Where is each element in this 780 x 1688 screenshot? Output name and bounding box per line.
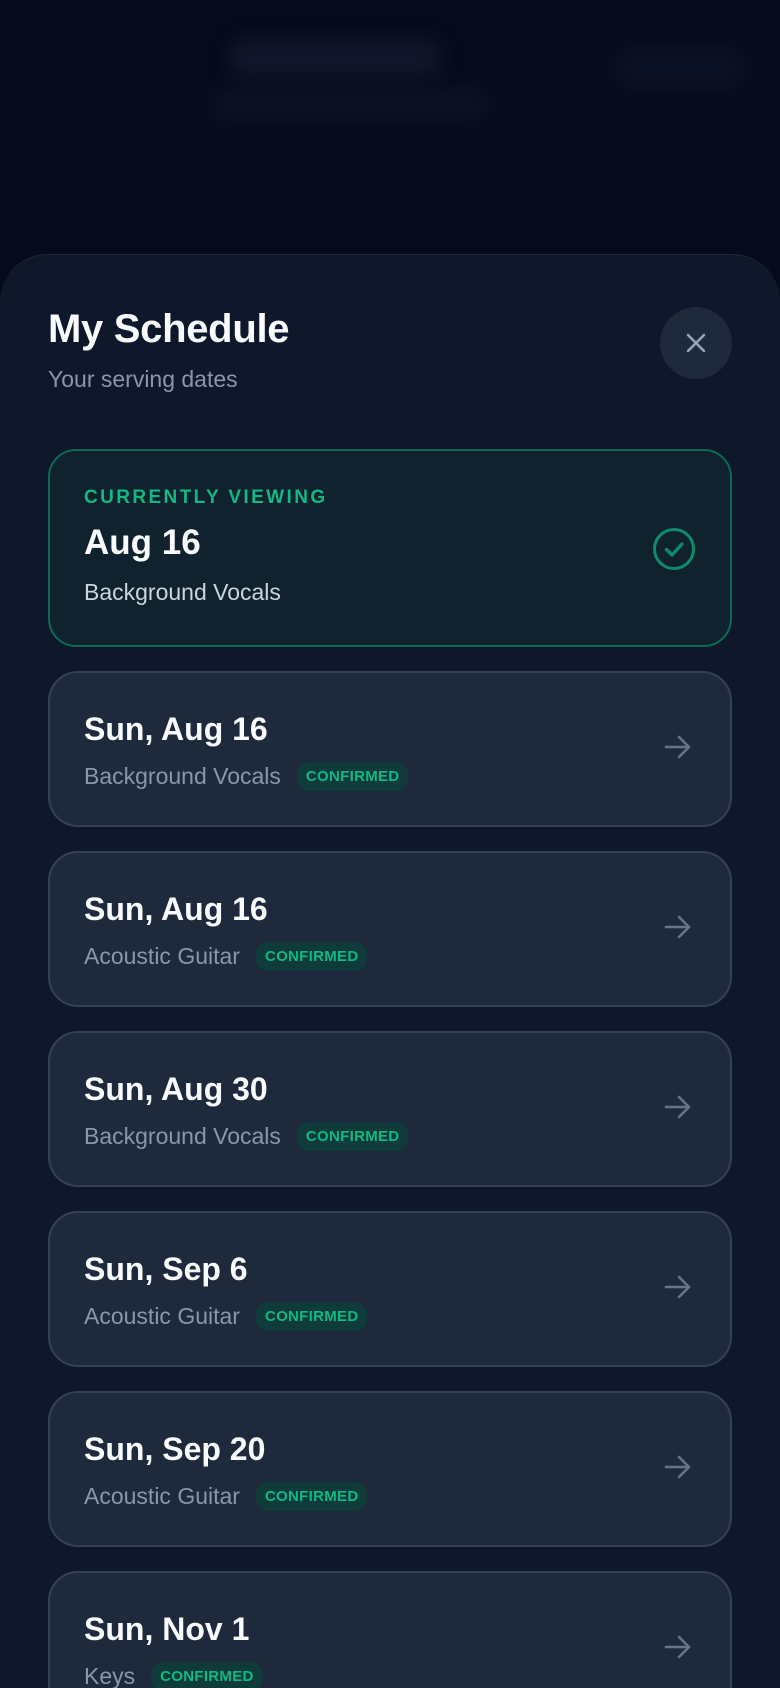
arrow-right-icon bbox=[664, 1275, 691, 1299]
schedule-item[interactable]: Sun, Sep 20 Acoustic Guitar CONFIRMED bbox=[48, 1391, 732, 1547]
blurred-header-actions bbox=[615, 45, 745, 91]
schedule-item-meta: Background Vocals CONFIRMED bbox=[84, 1122, 696, 1151]
schedule-item-date: Sun, Sep 6 bbox=[84, 1251, 248, 1287]
arrow-right-icon bbox=[664, 1635, 691, 1659]
schedule-item-date: Sun, Nov 1 bbox=[84, 1611, 250, 1647]
check-circle-icon bbox=[653, 528, 695, 570]
status-badge: CONFIRMED bbox=[296, 1122, 409, 1151]
current-schedule-card[interactable]: CURRENTLY VIEWING Aug 16 Background Voca… bbox=[48, 449, 732, 647]
arrow-right-icon bbox=[664, 915, 691, 939]
schedule-item[interactable]: Sun, Aug 16 Acoustic Guitar CONFIRMED bbox=[48, 851, 732, 1007]
currently-viewing-label: CURRENTLY VIEWING bbox=[84, 487, 328, 508]
arrow-right-icon bbox=[664, 1095, 691, 1119]
current-role: Background Vocals bbox=[84, 579, 281, 605]
schedule-item-role: Acoustic Guitar bbox=[84, 1483, 240, 1509]
schedule-item-date: Sun, Sep 20 bbox=[84, 1431, 266, 1467]
status-badge: CONFIRMED bbox=[151, 1662, 263, 1688]
schedule-item-role: Acoustic Guitar bbox=[84, 943, 240, 969]
status-badge: CONFIRMED bbox=[255, 942, 368, 971]
schedule-item-role: Keys bbox=[84, 1663, 136, 1688]
status-badge: CONFIRMED bbox=[255, 1482, 368, 1511]
blurred-header-subtitle bbox=[210, 90, 490, 120]
arrow-right-icon bbox=[664, 1455, 691, 1479]
schedule-item-role: Background Vocals bbox=[84, 763, 281, 789]
schedule-item[interactable]: Sun, Nov 1 Keys CONFIRMED bbox=[48, 1571, 732, 1688]
schedule-item-meta: Keys CONFIRMED bbox=[84, 1662, 696, 1688]
status-badge: CONFIRMED bbox=[296, 762, 409, 791]
schedule-item-role: Acoustic Guitar bbox=[84, 1303, 240, 1329]
status-badge: CONFIRMED bbox=[255, 1302, 368, 1331]
schedule-item-meta: Acoustic Guitar CONFIRMED bbox=[84, 1302, 696, 1331]
schedule-item-date: Sun, Aug 16 bbox=[84, 891, 268, 927]
close-button[interactable] bbox=[660, 307, 732, 379]
arrow-right-icon bbox=[664, 735, 691, 759]
schedule-item[interactable]: Sun, Aug 16 Background Vocals CONFIRMED bbox=[48, 671, 732, 827]
sheet-title: My Schedule bbox=[48, 307, 290, 351]
current-date: Aug 16 bbox=[84, 523, 201, 562]
schedule-item[interactable]: Sun, Sep 6 Acoustic Guitar CONFIRMED bbox=[48, 1211, 732, 1367]
blurred-header-title bbox=[230, 40, 440, 76]
sheet-header: My Schedule Your serving dates bbox=[48, 307, 732, 397]
schedule-item-date: Sun, Aug 30 bbox=[84, 1071, 268, 1107]
schedule-item-meta: Acoustic Guitar CONFIRMED bbox=[84, 1482, 696, 1511]
schedule-sheet: My Schedule Your serving dates CURRENTLY… bbox=[0, 254, 780, 1688]
schedule-item-role: Background Vocals bbox=[84, 1123, 281, 1149]
schedule-item-date: Sun, Aug 16 bbox=[84, 711, 268, 747]
schedule-list: Sun, Aug 16 Background Vocals CONFIRMED … bbox=[48, 671, 732, 1688]
schedule-item-meta: Background Vocals CONFIRMED bbox=[84, 762, 696, 791]
schedule-item[interactable]: Sun, Aug 30 Background Vocals CONFIRMED bbox=[48, 1031, 732, 1187]
schedule-item-meta: Acoustic Guitar CONFIRMED bbox=[84, 942, 696, 971]
close-icon bbox=[686, 333, 706, 353]
sheet-subtitle: Your serving dates bbox=[48, 366, 238, 392]
